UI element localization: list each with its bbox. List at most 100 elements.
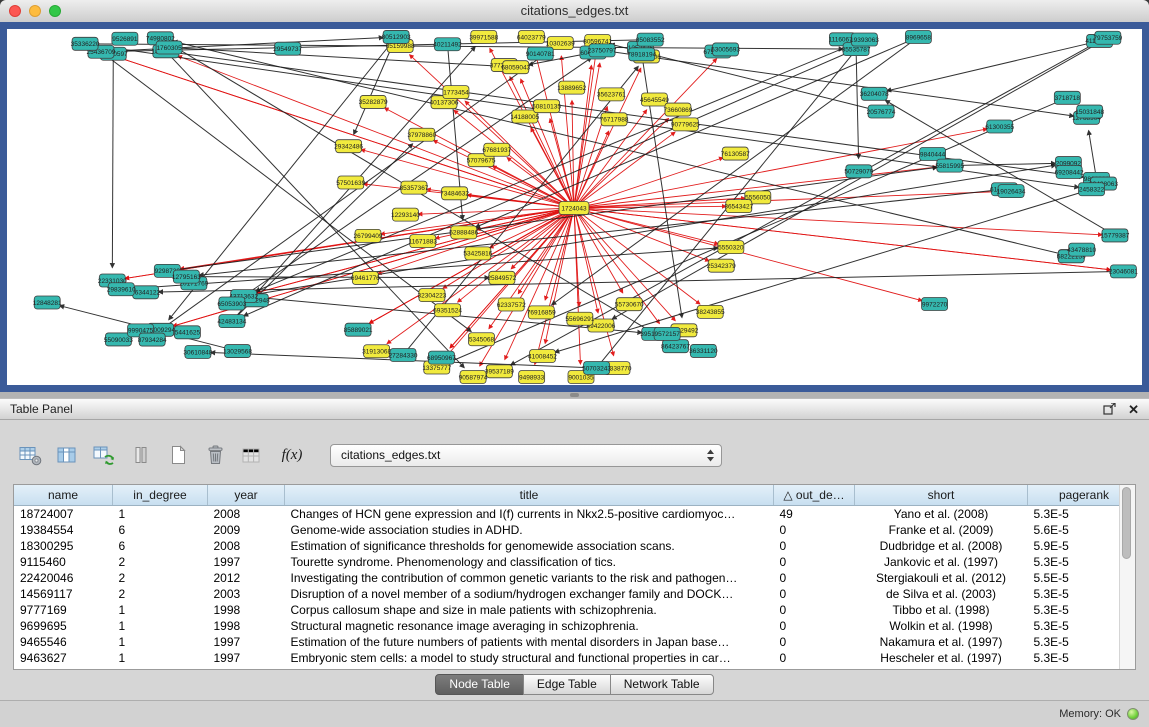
graph-node[interactable]: 87934284 [138,333,167,346]
graph-node[interactable]: 19026434 [997,185,1026,198]
table-cell[interactable]: 1998 [208,618,285,634]
table-columns-button[interactable] [53,442,81,468]
graph-node[interactable]: 36331120 [689,344,718,357]
graph-edge[interactable] [199,189,1004,275]
graph-edge[interactable] [186,277,489,278]
table-cell[interactable]: 0 [774,586,855,602]
table-cell[interactable]: Structural magnetic resonance image aver… [285,618,774,634]
column-header-short[interactable]: short [855,485,1028,506]
graph-node[interactable]: 73660869 [663,103,692,116]
graph-node[interactable]: 79753759 [1093,31,1122,44]
graph-node[interactable]: 90140781 [526,47,555,60]
graph-node[interactable]: 62337572 [497,298,526,311]
table-disabled-button[interactable] [238,442,266,468]
table-cell[interactable]: 0 [774,554,855,570]
table-row[interactable]: 1872400712008Changes of HCN gene express… [14,506,1119,523]
graph-node[interactable]: 40211492 [433,38,462,51]
table-settings-button[interactable] [16,442,44,468]
graph-node[interactable]: 15779387 [1100,229,1129,242]
graph-node[interactable]: 9498933 [519,371,545,384]
graph-node[interactable]: 69461776 [351,271,380,284]
graph-node[interactable]: 11671883 [409,235,438,248]
table-cell[interactable]: 5.3E-5 [1028,586,1120,602]
table-cell[interactable]: 5.3E-5 [1028,634,1120,650]
table-cell[interactable]: 5.3E-5 [1028,506,1120,523]
table-cell[interactable]: Estimation of the future numbers of pati… [285,634,774,650]
table-cell[interactable]: 18724007 [14,506,113,523]
graph-node[interactable]: 20576774 [867,105,896,118]
table-cell[interactable]: 0 [774,602,855,618]
table-cell[interactable]: 18300295 [14,538,113,554]
graph-edge[interactable] [950,163,1056,165]
column-header-in-degree[interactable]: in_degree [113,485,208,506]
table-cell[interactable]: 9777169 [14,602,113,618]
table-cell[interactable]: 6 [113,522,208,538]
vertical-scrollbar[interactable] [1119,485,1135,669]
graph-hub-node[interactable]: 1724043 [559,202,589,215]
graph-node[interactable]: 86423767 [661,340,690,353]
graph-node[interactable]: 29839610 [107,283,136,296]
graph-node[interactable]: 36204078 [860,87,889,100]
graph-node[interactable]: 39971588 [469,31,498,44]
new-document-button[interactable] [164,442,192,468]
table-cell[interactable]: 19384554 [14,522,113,538]
table-cell[interactable]: 2012 [208,570,285,586]
window-titlebar[interactable]: citations_edges.txt [0,0,1149,23]
graph-node[interactable]: 42483134 [217,315,246,328]
graph-node[interactable]: 31913068 [362,345,391,358]
graph-node[interactable]: 38243855 [696,305,725,318]
splitter-handle-icon[interactable] [570,393,579,397]
graph-node[interactable]: 1773454 [443,86,469,99]
graph-node[interactable]: 29342486 [334,140,363,153]
graph-node[interactable]: 90779625 [671,118,700,131]
table-cell[interactable]: Genome-wide association studies in ADHD. [285,522,774,538]
graph-node[interactable]: 55815995 [935,159,964,172]
float-panel-icon[interactable] [1103,403,1116,415]
tab-node-table[interactable]: Node Table [435,674,524,695]
graph-node[interactable]: 25849572 [487,271,516,284]
table-cell[interactable]: 2 [113,570,208,586]
graph-node[interactable]: 55696291 [565,312,594,325]
column-header-out-de[interactable]: △ out_de… [774,485,855,506]
graph-node[interactable]: 55730670 [615,298,644,311]
table-cell[interactable]: Corpus callosum shape and size in male p… [285,602,774,618]
graph-node[interactable]: 3718718 [1054,91,1080,104]
graph-node[interactable]: 5550320 [718,241,744,254]
graph-node[interactable]: 29549737 [273,42,302,55]
table-cell[interactable]: Franke et al. (2009) [855,522,1028,538]
graph-node[interactable]: 5441625 [174,326,200,339]
table-cell[interactable]: Changes of HCN gene expression and I(f) … [285,506,774,523]
table-cell[interactable]: 0 [774,618,855,634]
graph-node[interactable]: 32304223 [417,289,446,302]
graph-node[interactable]: 13889652 [557,81,586,94]
graph-node[interactable]: 73484632 [440,187,469,200]
graph-node[interactable]: 64023779 [517,31,546,44]
column-header-title[interactable]: title [285,485,774,506]
graph-node[interactable]: 30610848 [183,345,212,358]
table-cell[interactable]: 2 [113,554,208,570]
graph-node[interactable]: 9972270 [922,297,948,310]
table-cell[interactable]: 5.9E-5 [1028,538,1120,554]
table-cell[interactable]: 49 [774,506,855,523]
table-cell[interactable]: Dudbridge et al. (2008) [855,538,1028,554]
graph-node[interactable]: 41008452 [528,350,557,363]
table-cell[interactable]: Wolkin et al. (1998) [855,618,1028,634]
table-row[interactable]: 1938455462009Genome-wide association stu… [14,522,1119,538]
graph-node[interactable]: 2458322 [1079,183,1105,196]
table-row[interactable]: 946362711997Embryonic stem cells: a mode… [14,650,1119,666]
table-selector-dropdown[interactable]: citations_edges.txt [330,444,722,467]
table-cell[interactable]: 5.3E-5 [1028,650,1120,666]
network-canvas[interactable]: 5573067049422006556962917691685962337572… [7,29,1142,385]
graph-node[interactable]: 15031848 [1075,105,1104,118]
graph-node[interactable]: 12848281 [33,296,62,309]
graph-node[interactable]: 23046081 [1109,265,1138,278]
graph-node[interactable]: 35282879 [359,95,388,108]
graph-edge[interactable] [856,49,858,158]
table-row[interactable]: 911546021997Tourette syndrome. Phenomeno… [14,554,1119,570]
graph-node[interactable]: 78918194 [627,48,656,61]
table-cell[interactable]: Hescheler et al. (1997) [855,650,1028,666]
table-cell[interactable]: Jankovic et al. (1997) [855,554,1028,570]
table-cell[interactable]: 22420046 [14,570,113,586]
graph-node[interactable]: 53005693 [711,43,740,56]
table-row[interactable]: 1456911722003Disruption of a novel membe… [14,586,1119,602]
